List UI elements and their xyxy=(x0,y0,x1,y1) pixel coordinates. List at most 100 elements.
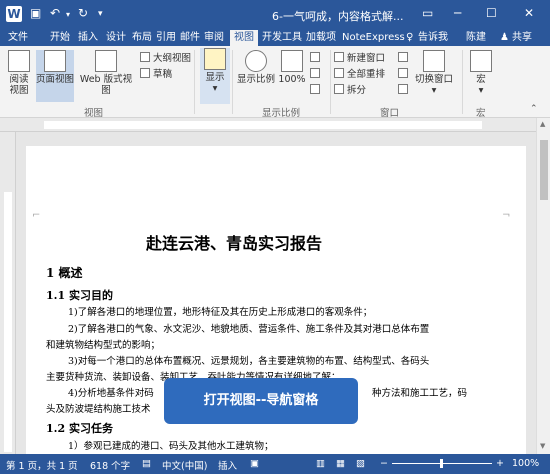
collapse-ribbon-icon[interactable]: ⌃ xyxy=(530,104,538,114)
print-layout-icon[interactable]: ▦ xyxy=(336,458,345,469)
share-button[interactable]: 共享 xyxy=(512,30,532,46)
group-divider xyxy=(330,50,331,114)
tab-file[interactable]: 文件 xyxy=(4,30,32,46)
lightbulb-icon: ♀ xyxy=(406,32,414,43)
close-icon[interactable]: ✕ xyxy=(524,6,534,20)
magnifier-icon xyxy=(245,50,267,72)
vertical-ruler[interactable] xyxy=(0,132,16,454)
side-by-side-button[interactable] xyxy=(398,52,411,65)
split-button[interactable]: 拆分 xyxy=(334,84,366,97)
paragraph: 和建筑物结构型式的影响； xyxy=(46,340,161,351)
arrange-all-icon xyxy=(334,68,344,78)
tab-design[interactable]: 设计 xyxy=(106,30,126,46)
one-page-icon xyxy=(310,52,320,62)
paragraph: 4)分析地基条件对码 xyxy=(68,388,154,399)
draft-button[interactable]: 草稿 xyxy=(140,68,172,81)
tab-view[interactable]: 视图 xyxy=(230,30,258,46)
tab-developer[interactable]: 开发工具 xyxy=(262,30,302,46)
zoom-100-icon xyxy=(281,50,303,72)
read-mode-button[interactable]: 阅读视图 xyxy=(4,50,34,102)
language-status[interactable]: 中文(中国) xyxy=(162,458,207,472)
zoom-in-icon[interactable]: + xyxy=(496,458,504,469)
paragraph: 1)了解各港口的地理位置，地形特征及其在历史上形成港口的客观条件； xyxy=(68,307,373,318)
word-app-icon: W xyxy=(6,6,22,22)
undo-icon[interactable]: ↶ xyxy=(50,6,60,20)
tab-addins[interactable]: 加载项 xyxy=(306,30,336,46)
multiple-pages-button[interactable] xyxy=(310,68,323,81)
outline-button[interactable]: 大纲视图 xyxy=(140,52,191,65)
undo-dropdown-icon[interactable]: ▾ xyxy=(66,10,70,19)
user-name[interactable]: 陈建 xyxy=(466,30,486,46)
scroll-down-icon[interactable]: ▼ xyxy=(540,442,545,450)
sync-scroll-icon xyxy=(398,68,408,78)
page-width-button[interactable] xyxy=(310,84,323,97)
tab-layout[interactable]: 布局 xyxy=(132,30,152,46)
word-count[interactable]: 618 个字 xyxy=(90,458,130,472)
tab-insert[interactable]: 插入 xyxy=(78,30,98,46)
print-layout-button[interactable]: 页面视图 xyxy=(36,50,74,102)
paragraph: 3)对每一个港口的总体布置概况、远景规划，各主要建筑物的布置、结构型式、各码头 xyxy=(68,356,430,367)
save-icon[interactable]: ▣ xyxy=(30,6,41,20)
ruler-track xyxy=(44,121,482,129)
tell-me-box[interactable]: 告诉我 xyxy=(418,30,448,46)
one-page-button[interactable] xyxy=(310,52,323,65)
paragraph: 头及防波堤结构施工技术 xyxy=(46,404,151,415)
scroll-up-icon[interactable]: ▲ xyxy=(540,120,545,128)
new-window-icon xyxy=(334,52,344,62)
draft-icon xyxy=(140,68,150,78)
ribbon-display-icon[interactable]: ▭ xyxy=(422,6,433,20)
vertical-scrollbar[interactable]: ▲ ▼ xyxy=(536,118,550,454)
macro-record-icon[interactable]: ▣ xyxy=(250,458,259,469)
reset-position-button[interactable] xyxy=(398,84,411,97)
tab-home[interactable]: 开始 xyxy=(50,30,70,46)
paragraph: 种方法和施工工艺，码 xyxy=(372,388,468,399)
globe-icon xyxy=(95,50,117,72)
window-group-label: 窗口 xyxy=(380,108,400,119)
chevron-down-icon: ▾ xyxy=(478,85,484,96)
redo-icon[interactable]: ↻ xyxy=(78,6,88,20)
views-group-label: 视图 xyxy=(84,108,104,119)
tab-mailings[interactable]: 邮件 xyxy=(180,30,200,46)
zoom-out-icon[interactable]: − xyxy=(380,458,388,469)
show-button[interactable]: 显示 ▾ xyxy=(200,48,230,104)
zoom-slider-thumb[interactable] xyxy=(440,459,443,468)
corner-mark: ¬ xyxy=(502,210,511,221)
heading-2: 1.1 实习目的 xyxy=(46,289,113,302)
page-icon xyxy=(44,50,66,72)
read-mode-icon[interactable]: ▥ xyxy=(316,458,325,469)
tab-review[interactable]: 审阅 xyxy=(204,30,224,46)
show-icon xyxy=(204,48,226,70)
scrollbar-thumb[interactable] xyxy=(540,140,548,200)
zoom-100-button[interactable]: 100% xyxy=(278,50,306,102)
minimize-icon[interactable]: ─ xyxy=(454,6,461,20)
person-icon: ♟ xyxy=(500,32,509,43)
title-bar: W ▣ ↶ ▾ ↻ ▾ 6-一气呵成，内容格式解... ▭ ─ ☐ ✕ xyxy=(0,0,550,30)
maximize-icon[interactable]: ☐ xyxy=(486,6,497,20)
horizontal-ruler[interactable] xyxy=(0,118,550,132)
macros-icon xyxy=(470,50,492,72)
book-icon xyxy=(8,50,30,72)
side-by-side-icon xyxy=(398,52,408,62)
arrange-all-button[interactable]: 全部重排 xyxy=(334,68,385,81)
tab-noteexpress[interactable]: NoteExpress xyxy=(342,30,405,46)
proofing-icon[interactable]: ▤ xyxy=(142,458,151,469)
new-window-button[interactable]: 新建窗口 xyxy=(334,52,385,65)
chevron-down-icon: ▾ xyxy=(431,85,437,96)
status-bar: 第 1 页，共 1 页 618 个字 ▤ 中文(中国) 插入 ▣ ▥ ▦ ▧ −… xyxy=(0,454,550,474)
customize-toolbar-icon[interactable]: ▾ xyxy=(98,9,103,19)
outline-icon xyxy=(140,52,150,62)
ribbon: 阅读视图 页面视图 Web 版式视图 大纲视图 草稿 视图 显示 ▾ 显示比例 … xyxy=(0,46,550,119)
page-count[interactable]: 第 1 页，共 1 页 xyxy=(6,458,78,472)
group-divider xyxy=(462,50,463,114)
macros-button[interactable]: 宏 ▾ xyxy=(468,50,494,104)
insert-mode[interactable]: 插入 xyxy=(218,458,237,472)
window-title: 6-一气呵成，内容格式解... xyxy=(272,10,404,23)
page-width-icon xyxy=(310,84,320,94)
sync-scroll-button[interactable] xyxy=(398,68,411,81)
switch-windows-button[interactable]: 切换窗口 ▾ xyxy=(414,50,454,104)
web-layout-icon[interactable]: ▧ xyxy=(356,458,365,469)
web-layout-button[interactable]: Web 版式视图 xyxy=(76,50,136,102)
zoom-level[interactable]: 100% xyxy=(512,458,539,469)
zoom-button[interactable]: 显示比例 xyxy=(236,50,276,102)
tab-references[interactable]: 引用 xyxy=(156,30,176,46)
